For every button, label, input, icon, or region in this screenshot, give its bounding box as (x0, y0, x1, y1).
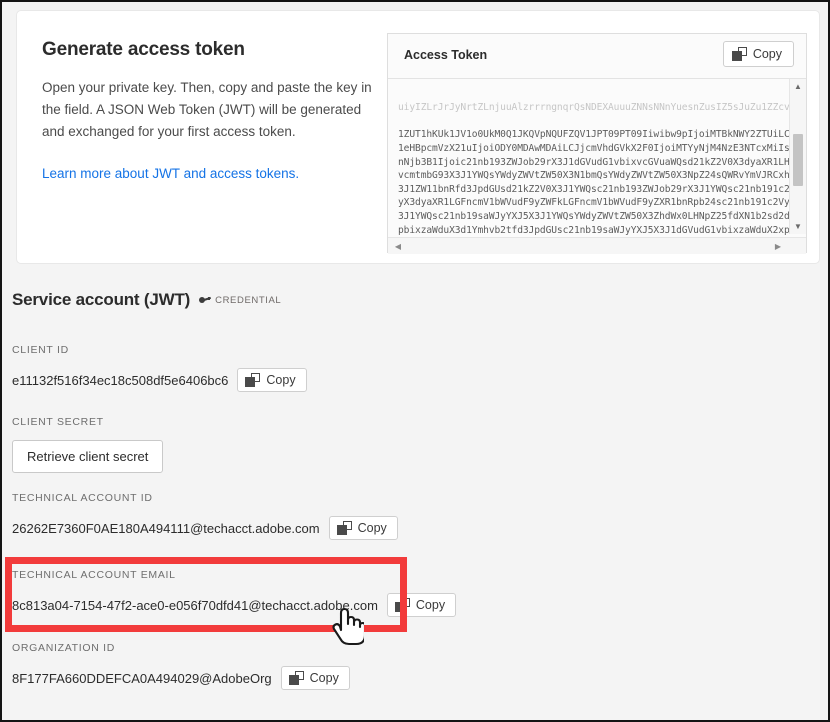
field-row-technical-account-id: 26262E7360F0AE180A494111@techacct.adobe.… (12, 516, 398, 540)
token-top-mask (388, 79, 788, 84)
triangle-right-icon[interactable]: ▶ (770, 238, 786, 254)
triangle-down-icon[interactable]: ▼ (790, 219, 806, 234)
generate-token-description: Open your private key. Then, copy and pa… (42, 80, 372, 139)
credential-badge-label: CREDENTIAL (215, 295, 282, 306)
copy-client-id-button[interactable]: Copy (237, 368, 307, 392)
copy-technical-account-id-label: Copy (357, 521, 387, 535)
field-value-technical-account-id: 26262E7360F0AE180A494111@techacct.adobe.… (12, 520, 320, 536)
field-technical-account-id: TECHNICAL ACCOUNT ID 26262E7360F0AE180A4… (12, 492, 398, 540)
field-label-client-id: CLIENT ID (12, 344, 69, 356)
token-vertical-scroll-thumb[interactable] (793, 134, 803, 186)
copy-client-id-label: Copy (266, 373, 296, 387)
access-token-panel: Access Token Copy uiyIZLrJrJyNrtZLnjuuAl… (387, 33, 807, 254)
access-token-header: Access Token Copy (388, 34, 806, 79)
learn-more-jwt-link[interactable]: Learn more about JWT and access tokens. (42, 166, 299, 181)
service-account-title: Service account (JWT) (12, 290, 191, 309)
generate-token-text-block: Generate access token Open your private … (42, 39, 372, 183)
copy-icon (288, 671, 304, 685)
copy-icon (245, 373, 261, 387)
field-client-secret: CLIENT SECRET Retrieve client secret (12, 416, 164, 473)
field-row-client-id: e11132f516f34ec18c508df5e6406bc6 Copy (12, 368, 307, 392)
key-icon (199, 296, 212, 305)
copy-access-token-label: Copy (752, 47, 782, 61)
copy-technical-account-email-label: Copy (415, 598, 446, 612)
copy-organization-id-label: Copy (309, 671, 339, 685)
retrieve-client-secret-button[interactable]: Retrieve client secret (12, 440, 164, 473)
token-horizontal-scrollbar[interactable]: ◀ ▶ (388, 237, 806, 254)
screenshot-root: Generate access token Open your private … (0, 0, 830, 722)
access-token-label: Access Token (404, 48, 488, 62)
field-row-client-secret: Retrieve client secret (12, 440, 164, 473)
field-row-organization-id: 8F177FA660DDEFCA0A494029@AdobeOrg Copy (12, 666, 350, 690)
generate-token-card: Generate access token Open your private … (16, 10, 820, 264)
credential-badge: CREDENTIAL (199, 295, 281, 306)
page-title: Generate access token (42, 39, 245, 60)
field-label-organization-id: ORGANIZATION ID (12, 642, 116, 654)
service-account-heading-row: Service account (JWT) CREDENTIAL (12, 290, 281, 310)
copy-organization-id-button[interactable]: Copy (280, 666, 350, 690)
copy-icon (731, 47, 747, 61)
triangle-up-icon[interactable]: ▲ (790, 79, 806, 94)
field-label-technical-account-id: TECHNICAL ACCOUNT ID (12, 492, 153, 504)
field-value-client-id: e11132f516f34ec18c508df5e6406bc6 (12, 372, 229, 388)
highlight-annotation-box (5, 557, 407, 632)
copy-access-token-button[interactable]: Copy (722, 41, 794, 67)
field-client-id: CLIENT ID e11132f516f34ec18c508df5e6406b… (12, 344, 307, 392)
field-organization-id: ORGANIZATION ID 8F177FA660DDEFCA0A494029… (12, 642, 350, 690)
field-label-client-secret: CLIENT SECRET (12, 416, 104, 428)
field-value-organization-id: 8F177FA660DDEFCA0A494029@AdobeOrg (12, 670, 272, 686)
copy-icon (336, 521, 352, 535)
access-token-textarea[interactable]: uiyIZLrJrJyNrtZLnjuuAlzrrrngnqrQsNDEXAuu… (388, 79, 806, 254)
access-token-clipped-line: uiyIZLrJrJyNrtZLnjuuAlzrrrngnqrQsNDEXAuu… (398, 102, 806, 114)
access-token-value: uiyIZLrJrJyNrtZLnjuuAlzrrrngnqrQsNDEXAuu… (398, 79, 806, 254)
token-vertical-scrollbar[interactable]: ▲ ▼ (789, 79, 806, 234)
triangle-left-icon[interactable]: ◀ (390, 238, 406, 254)
access-token-lines: 1ZUT1hKUk1JV1o0UkM0Q1JKQVpNQUFZQV1JPT09P… (398, 129, 796, 254)
copy-technical-account-id-button[interactable]: Copy (328, 516, 398, 540)
